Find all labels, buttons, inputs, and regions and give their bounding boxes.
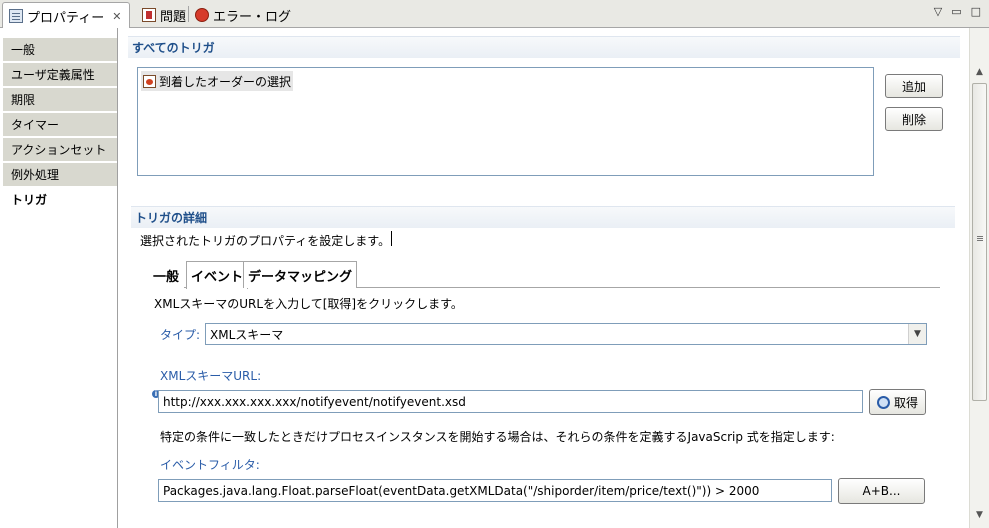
error-log-icon <box>195 8 209 22</box>
tab-data-mapping[interactable]: データマッピング <box>243 261 358 288</box>
filter-instruction: 特定の条件に一致したときだけプロセスインスタンスを開始する場合は、それらの条件を… <box>160 430 835 444</box>
tab-properties-label: プロパティー <box>27 10 105 26</box>
event-instruction: XMLスキーマのURLを入力して[取得]をクリックします。 <box>154 297 463 311</box>
list-item[interactable]: 到着したオーダーの選択 <box>141 71 294 91</box>
trigger-details-header: トリガの詳細 <box>131 206 955 228</box>
delete-trigger-button[interactable]: 削除 <box>885 107 943 131</box>
trigger-icon <box>143 74 156 88</box>
fetch-button[interactable]: 取得 <box>869 389 926 415</box>
trigger-list[interactable]: 到着したオーダーの選択 <box>137 67 874 176</box>
tab-problems-label: 問題 <box>160 9 187 25</box>
nav-item-exception[interactable]: 例外処理 <box>3 163 117 187</box>
tab-error-log-label: エラー・ログ <box>213 9 292 25</box>
tab-general[interactable]: 一般 <box>148 261 185 288</box>
vertical-scrollbar[interactable]: ▲ ▼ <box>969 28 989 528</box>
nav-item-deadline[interactable]: 期限 <box>3 88 117 112</box>
type-label: タイプ: <box>160 328 201 342</box>
fetch-button-label: 取得 <box>893 395 918 410</box>
all-triggers-header: すべてのトリガ <box>128 36 960 58</box>
scroll-down-icon[interactable]: ▼ <box>972 508 987 523</box>
view-menu-icon[interactable]: ▽ <box>934 5 942 18</box>
tab-problems[interactable]: 問題 <box>136 2 192 28</box>
minimize-icon[interactable]: ▭ <box>951 5 961 18</box>
type-select-value: XMLスキーマ <box>210 327 284 342</box>
tab-error-log[interactable]: エラー・ログ <box>189 2 297 28</box>
trigger-item-label: 到着したオーダーの選択 <box>159 74 292 89</box>
properties-icon <box>9 9 23 23</box>
grip-icon <box>977 236 983 237</box>
view-tab-bar: プロパティー ✕ 問題 エラー・ログ ▽ ▭ □ <box>0 0 989 29</box>
trigger-properties-panel: すべてのトリガ 到着したオーダーの選択 追加 削除 トリガの詳細 選択されたトリ… <box>118 28 969 528</box>
tab-properties[interactable]: プロパティー ✕ <box>2 2 130 29</box>
scroll-up-icon[interactable]: ▲ <box>972 65 987 80</box>
expression-builder-button[interactable]: A+B... <box>838 478 925 504</box>
type-select[interactable]: XMLスキーマ ▼ <box>205 323 927 345</box>
nav-item-user-attributes[interactable]: ユーザ定義属性 <box>3 63 117 87</box>
problems-icon <box>142 8 156 22</box>
nav-item-timer[interactable]: タイマー <box>3 113 117 137</box>
event-filter-label: イベントフィルタ: <box>160 458 260 472</box>
nav-item-general[interactable]: 一般 <box>3 38 117 62</box>
details-description: 選択されたトリガのプロパティを設定します。 <box>140 234 391 248</box>
schema-url-label: XMLスキーマURL: <box>160 369 262 383</box>
text-cursor <box>391 231 392 246</box>
tab-event[interactable]: イベント <box>186 261 249 289</box>
add-trigger-button[interactable]: 追加 <box>885 74 943 98</box>
detail-tabs: 一般 イベント データマッピング <box>148 261 940 289</box>
nav-item-action-set[interactable]: アクションセット <box>3 138 117 162</box>
view-controls: ▽ ▭ □ <box>934 5 981 18</box>
close-icon[interactable]: ✕ <box>112 10 121 23</box>
nav-item-trigger[interactable]: トリガ <box>3 188 117 212</box>
event-filter-input[interactable]: Packages.java.lang.Float.parseFloat(even… <box>158 479 832 502</box>
search-icon <box>876 395 890 409</box>
chevron-down-icon[interactable]: ▼ <box>908 324 926 344</box>
maximize-icon[interactable]: □ <box>971 5 981 18</box>
schema-url-input[interactable]: http://xxx.xxx.xxx.xxx/notifyevent/notif… <box>158 390 863 413</box>
scroll-thumb[interactable] <box>972 83 987 401</box>
property-sections-nav: 一般 ユーザ定義属性 期限 タイマー アクションセット 例外処理 トリガ <box>0 28 118 528</box>
